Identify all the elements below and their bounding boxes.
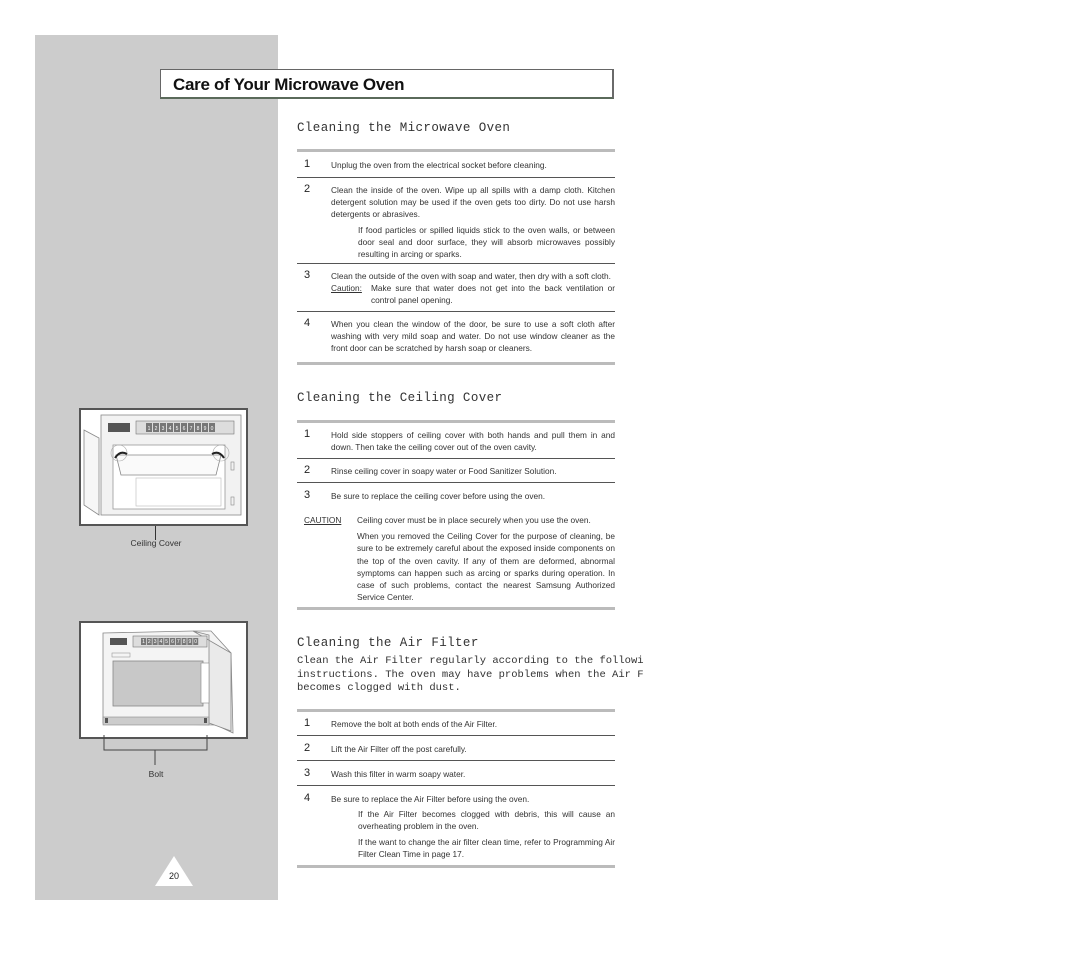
- step-note: If the want to change the air filter cle…: [358, 836, 615, 859]
- divider: [297, 149, 615, 152]
- keypad-key-label: 7: [190, 426, 193, 432]
- caution-label: CAUTION: [304, 515, 342, 525]
- section-title-air-filter: Cleaning the Air Filter: [297, 636, 479, 650]
- caution-text: Make sure that water does not get into t…: [371, 283, 615, 306]
- divider: [297, 607, 615, 610]
- keypad-key-label: 8: [183, 639, 186, 645]
- step-microwave-1: 1 Unplug the oven from the electrical so…: [297, 158, 615, 171]
- section-title-microwave: Cleaning the Microwave Oven: [297, 121, 511, 135]
- step-filter-1: 1 Remove the bolt at both ends of the Ai…: [297, 717, 615, 730]
- step-note: If food particles or spilled liquids sti…: [358, 224, 615, 260]
- step-text: Be sure to replace the Air Filter before…: [331, 794, 530, 804]
- divider: [297, 263, 615, 264]
- microwave-open-illustration: 1234567890: [83, 414, 242, 516]
- step-text: Remove the bolt at both ends of the Air …: [331, 719, 498, 729]
- step-number: 3: [304, 269, 311, 281]
- caution-line: Ceiling cover must be in place securely …: [357, 515, 591, 525]
- step-text: Hold side stoppers of ceiling cover with…: [331, 430, 615, 453]
- keypad-key-label: 0: [194, 639, 197, 645]
- section-title-ceiling: Cleaning the Ceiling Cover: [297, 391, 503, 405]
- divider: [297, 420, 615, 423]
- keypad-key-label: 1: [148, 426, 151, 432]
- step-text: Lift the Air Filter off the post careful…: [331, 744, 467, 754]
- step-number: 4: [304, 317, 311, 329]
- step-number: 1: [304, 158, 311, 170]
- figure-ceiling-cover: 1234567890: [79, 408, 248, 526]
- intro-line: becomes clogged with dust.: [297, 682, 461, 694]
- page-number: 20: [168, 871, 179, 881]
- keypad-key-label: 4: [169, 426, 172, 432]
- keypad-key-label: 9: [204, 426, 207, 432]
- step-microwave-2: 2 Clean the inside of the oven. Wipe up …: [297, 183, 615, 260]
- keypad-key-label: 2: [155, 426, 158, 432]
- divider: [297, 735, 615, 736]
- caution-label: Caution:: [331, 283, 362, 294]
- ceiling-caution: CAUTION Ceiling cover must be in place s…: [304, 514, 615, 607]
- keypad-key-label: 3: [154, 639, 157, 645]
- step-number: 2: [304, 464, 311, 476]
- keypad-key-label: 1: [142, 639, 145, 645]
- keypad-key-label: 6: [183, 426, 186, 432]
- divider: [297, 458, 615, 459]
- step-number: 3: [304, 767, 311, 779]
- divider: [297, 311, 615, 312]
- step-text: Rinse ceiling cover in soapy water or Fo…: [331, 466, 557, 476]
- step-ceiling-2: 2 Rinse ceiling cover in soapy water or …: [297, 464, 615, 477]
- step-text: Clean the inside of the oven. Wipe up al…: [331, 185, 615, 220]
- divider: [297, 760, 615, 761]
- step-text: When you clean the window of the door, b…: [331, 319, 615, 354]
- keypad-key-label: 9: [189, 639, 192, 645]
- step-text: Unplug the oven from the electrical sock…: [331, 160, 547, 170]
- air-filter-intro: Clean the Air Filter regularly according…: [297, 655, 652, 696]
- step-text: Clean the outside of the oven with soap …: [331, 271, 611, 281]
- step-ceiling-3: 3 Be sure to replace the ceiling cover b…: [297, 489, 615, 502]
- step-number: 1: [304, 428, 311, 440]
- microwave-front-illustration: 1234567890: [102, 630, 234, 734]
- divider: [297, 482, 615, 483]
- step-number: 3: [304, 489, 311, 501]
- figure-caption-ceiling-cover: Ceiling Cover: [130, 538, 182, 548]
- step-filter-2: 2 Lift the Air Filter off the post caref…: [297, 742, 615, 755]
- keypad-key-label: 4: [160, 639, 163, 645]
- keypad-key-label: 2: [148, 639, 151, 645]
- figure-caption-bolt: Bolt: [148, 769, 164, 779]
- divider: [297, 177, 615, 178]
- step-text: Be sure to replace the ceiling cover bef…: [331, 491, 546, 501]
- divider: [297, 865, 615, 868]
- bolt-callout-lines: [103, 735, 208, 765]
- step-filter-4: 4 Be sure to replace the Air Filter befo…: [297, 792, 615, 860]
- step-number: 2: [304, 183, 311, 195]
- intro-line: Clean the Air Filter regularly according…: [297, 655, 644, 667]
- step-filter-3: 3 Wash this filter in warm soapy water.: [297, 767, 615, 780]
- intro-line: instructions. The oven may have problems…: [297, 668, 644, 681]
- step-number: 2: [304, 742, 311, 754]
- page-number-badge: 20: [155, 856, 193, 886]
- keypad-key-label: 8: [197, 426, 200, 432]
- caution-line: When you removed the Ceiling Cover for t…: [357, 531, 615, 603]
- step-microwave-4: 4 When you clean the window of the door,…: [297, 317, 615, 355]
- page-title: Care of Your Microwave Oven: [173, 75, 405, 94]
- figure-bolt: 1234567890: [79, 621, 248, 739]
- divider: [297, 362, 615, 365]
- keypad-key-label: 5: [165, 639, 168, 645]
- keypad-key-label: 3: [162, 426, 165, 432]
- step-number: 4: [304, 792, 311, 804]
- step-microwave-3: 3 Clean the outside of the oven with soa…: [297, 269, 615, 307]
- step-ceiling-1: 1 Hold side stoppers of ceiling cover wi…: [297, 428, 615, 453]
- divider: [297, 785, 615, 786]
- keypad-key-label: 6: [171, 639, 174, 645]
- divider: [297, 709, 615, 712]
- step-number: 1: [304, 717, 311, 729]
- page-title-box: Care of Your Microwave Oven: [160, 69, 614, 99]
- keypad-key-label: 5: [176, 426, 179, 432]
- step-note: If the Air Filter becomes clogged with d…: [358, 809, 615, 832]
- keypad-key-label: 0: [211, 426, 214, 432]
- keypad-key-label: 7: [177, 639, 180, 645]
- step-text: Wash this filter in warm soapy water.: [331, 769, 466, 779]
- step-caution: Caution: Make sure that water does not g…: [331, 282, 615, 306]
